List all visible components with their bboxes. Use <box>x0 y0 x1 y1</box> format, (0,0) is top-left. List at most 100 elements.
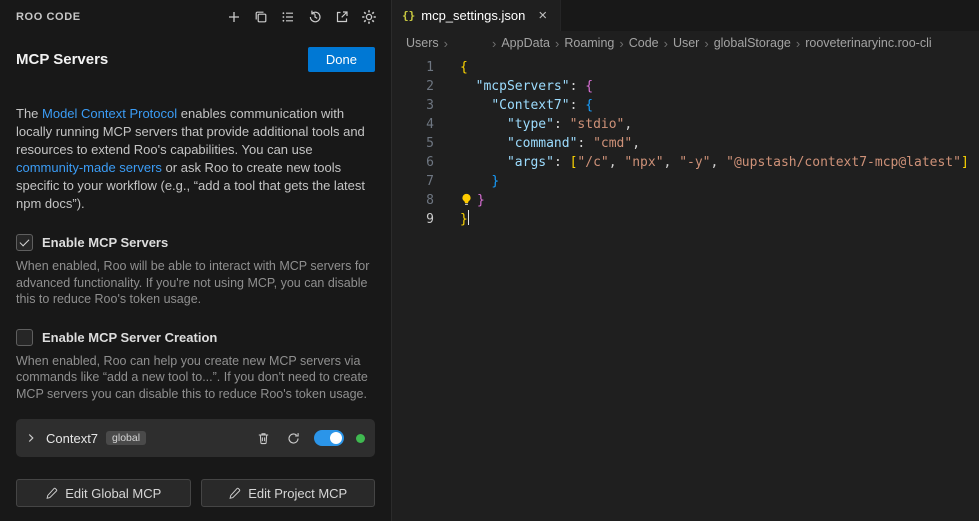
code-token: "@upstash/context7-mcp@latest" <box>726 155 961 170</box>
editor-tab-bar: {} mcp_settings.json × <box>392 0 979 31</box>
code-token: : <box>554 117 570 132</box>
community-made-servers-link[interactable]: community-made servers <box>16 160 162 175</box>
code-line-content: "Context7": { <box>434 96 593 115</box>
tab-mcp-settings-json[interactable]: {} mcp_settings.json × <box>392 0 561 31</box>
line-number: 4 <box>392 115 434 134</box>
enable-mcp-servers-checkbox[interactable] <box>16 234 33 251</box>
mcp-servers-icon[interactable] <box>276 5 300 29</box>
code-token: "args" <box>507 155 554 170</box>
edit-buttons-row: Edit Global MCP Edit Project MCP <box>16 479 375 507</box>
server-status-dot <box>356 434 365 443</box>
code-line[interactable]: 6 "args": ["/c", "npx", "-y", "@upstash/… <box>392 153 979 172</box>
code-editor[interactable]: 1{2 "mcpServers": {3 "Context7": {4 "typ… <box>392 55 979 521</box>
plus-icon[interactable] <box>222 5 246 29</box>
code-line-content: } <box>434 191 485 210</box>
code-line[interactable]: 9} <box>392 210 979 229</box>
enable-mcp-servers-row[interactable]: Enable MCP Servers <box>16 234 375 251</box>
code-token: "command" <box>507 136 577 151</box>
code-line[interactable]: 7 } <box>392 172 979 191</box>
code-token: : <box>554 155 570 170</box>
quick-fix-lightbulb-icon[interactable] <box>460 193 477 206</box>
line-number: 2 <box>392 77 434 96</box>
server-name: Context7 <box>46 431 98 446</box>
code-token: , <box>632 136 640 151</box>
breadcrumb-separator: › <box>704 36 708 51</box>
line-number: 8 <box>392 191 434 210</box>
breadcrumb-item[interactable]: Users <box>406 36 439 50</box>
delete-server-icon[interactable] <box>252 427 274 449</box>
model-context-protocol-link[interactable]: Model Context Protocol <box>42 106 177 121</box>
code-token: "-y" <box>679 155 710 170</box>
sidebar-topbar: ROO CODE <box>0 0 391 34</box>
copy-icon[interactable] <box>249 5 273 29</box>
code-line[interactable]: 5 "command": "cmd", <box>392 134 979 153</box>
code-token: "cmd" <box>593 136 632 151</box>
json-file-icon: {} <box>402 9 415 22</box>
edit-project-mcp-button[interactable]: Edit Project MCP <box>201 479 376 507</box>
sidebar-toolbar <box>222 5 381 29</box>
code-token: , <box>664 155 680 170</box>
code-token: , <box>624 117 632 132</box>
breadcrumb-item[interactable]: rooveterinaryinc.roo-cli <box>805 36 931 50</box>
line-number: 9 <box>392 210 434 229</box>
code-line-content: "args": ["/c", "npx", "-y", "@upstash/co… <box>434 153 969 172</box>
breadcrumb-item[interactable]: globalStorage <box>714 36 791 50</box>
server-scope-badge: global <box>106 431 146 446</box>
history-icon[interactable] <box>303 5 327 29</box>
breadcrumb-separator: › <box>796 36 800 51</box>
code-token: : <box>570 79 586 94</box>
code-line-content: } <box>434 172 499 191</box>
code-token <box>460 117 507 132</box>
breadcrumb-item[interactable]: Code <box>629 36 659 50</box>
server-row-context7[interactable]: Context7 global <box>16 419 375 457</box>
edit-project-mcp-label: Edit Project MCP <box>248 486 347 501</box>
code-line-content: "command": "cmd", <box>434 134 640 153</box>
open-external-icon[interactable] <box>330 5 354 29</box>
line-number: 7 <box>392 172 434 191</box>
breadcrumb-separator: › <box>555 36 559 51</box>
enable-mcp-creation-row[interactable]: Enable MCP Server Creation <box>16 329 375 346</box>
breadcrumb-separator: › <box>492 36 496 51</box>
breadcrumb-item[interactable]: User <box>673 36 699 50</box>
code-token <box>460 136 507 151</box>
code-token: "npx" <box>624 155 663 170</box>
code-token: { <box>585 98 593 113</box>
server-enabled-toggle[interactable] <box>314 430 344 446</box>
code-token: } <box>477 193 485 208</box>
enable-mcp-servers-description: When enabled, Roo will be able to intera… <box>16 258 375 308</box>
gear-icon[interactable] <box>357 5 381 29</box>
code-token: , <box>711 155 727 170</box>
code-line[interactable]: 2 "mcpServers": { <box>392 77 979 96</box>
close-tab-icon[interactable]: × <box>535 7 550 24</box>
code-line-content: } <box>434 210 469 229</box>
edit-global-mcp-button[interactable]: Edit Global MCP <box>16 479 191 507</box>
edit-global-mcp-label: Edit Global MCP <box>65 486 161 501</box>
code-line[interactable]: 1{ <box>392 58 979 77</box>
enable-mcp-creation-label: Enable MCP Server Creation <box>42 330 217 345</box>
view-header: MCP Servers Done <box>0 34 391 81</box>
line-number: 1 <box>392 58 434 77</box>
code-line[interactable]: 8} <box>392 191 979 210</box>
pencil-icon <box>45 487 58 500</box>
code-token: : <box>570 98 586 113</box>
code-line[interactable]: 3 "Context7": { <box>392 96 979 115</box>
mcp-description: The Model Context Protocol enables commu… <box>16 105 375 213</box>
code-line[interactable]: 4 "type": "stdio", <box>392 115 979 134</box>
line-number: 5 <box>392 134 434 153</box>
breadcrumb-item[interactable]: AppData <box>501 36 550 50</box>
code-token: { <box>460 60 468 75</box>
code-token: "Context7" <box>491 98 569 113</box>
code-token: ] <box>961 155 969 170</box>
code-token: } <box>460 212 468 227</box>
code-token: } <box>491 174 499 189</box>
restart-server-icon[interactable] <box>282 427 304 449</box>
enable-mcp-creation-checkbox[interactable] <box>16 329 33 346</box>
done-button[interactable]: Done <box>308 47 375 72</box>
code-line-content: "type": "stdio", <box>434 115 632 134</box>
toggle-knob <box>330 432 342 444</box>
editor-group: {} mcp_settings.json × Users › › AppData › Ro… <box>392 0 979 521</box>
breadcrumb-item[interactable]: Roaming <box>564 36 614 50</box>
mcp-settings-content: The Model Context Protocol enables commu… <box>0 81 391 521</box>
chevron-right-icon[interactable] <box>24 431 38 445</box>
code-token <box>460 98 491 113</box>
